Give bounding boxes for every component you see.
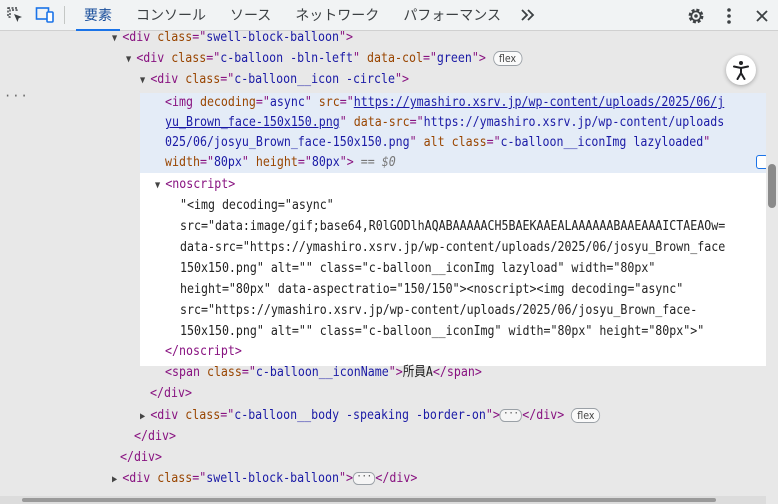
- expand-triangle-icon[interactable]: ▼: [126, 49, 136, 70]
- horizontal-scroll-thumb[interactable]: [22, 498, 716, 502]
- collapsed-triangle-icon[interactable]: ▶: [112, 469, 122, 490]
- noscript-text-line: 150x150.png" alt="" class="c-balloon__ic…: [180, 260, 656, 276]
- tree-node-img-line-2: yu_Brown_face-150x150.png" data-src="htt…: [165, 114, 725, 130]
- accessibility-icon[interactable]: [726, 55, 756, 85]
- more-vert-icon[interactable]: [712, 0, 745, 31]
- toolbar-divider: [64, 6, 65, 24]
- expand-triangle-icon[interactable]: ▼: [140, 70, 150, 91]
- collapsed-ellipsis-button[interactable]: ···: [353, 471, 376, 485]
- noscript-text-line: 150x150.png" alt="" class="c-balloon__ic…: [180, 323, 705, 339]
- tree-node-c-balloon[interactable]: ▼ <div class="c-balloon -bln-left" data-c…: [126, 48, 523, 70]
- tab-network[interactable]: ネットワーク: [283, 0, 391, 31]
- collapsed-triangle-icon[interactable]: ▶: [140, 406, 150, 427]
- tab-performance[interactable]: パフォーマンス: [391, 0, 513, 31]
- collapsed-ellipsis-button[interactable]: ···: [499, 408, 523, 422]
- horizontal-scrollbar[interactable]: [0, 496, 766, 504]
- noscript-text-line: data-src="https://ymashiro.xsrv.jp/wp-co…: [180, 239, 726, 255]
- tree-node-swell-block-balloon[interactable]: ▼ <div class="swell-block-balloon">: [112, 31, 353, 48]
- overflow-marker-icon: [756, 155, 766, 169]
- tree-node-swell-block-balloon-2[interactable]: ▶ <div class="swell-block-balloon"> ··· </d…: [112, 468, 417, 489]
- toolbar-right: [679, 0, 778, 31]
- tree-node-noscript-close[interactable]: </noscript>: [165, 341, 242, 362]
- double-chevron-right-icon[interactable]: [513, 0, 543, 31]
- tree-node-img-line-4: width="80px" height="80px"> == $0: [165, 154, 396, 170]
- noscript-text-line: "<img decoding="async": [180, 197, 334, 213]
- tree-node-noscript[interactable]: ▼ <noscript>: [155, 174, 235, 195]
- tree-node-img-line-3: 025/06/josyu_Brown_face-150x150.png" alt…: [165, 134, 711, 150]
- selected-marker: == $0: [353, 154, 396, 170]
- noscript-text-line: src="data:image/gif;base64,R0lGODlhAQABA…: [180, 218, 726, 234]
- flex-badge[interactable]: flex: [571, 407, 601, 423]
- flex-badge[interactable]: flex: [492, 50, 523, 66]
- tree-node-c-balloon-icon[interactable]: ▼ <div class="c-balloon__icon -circle">: [140, 69, 409, 90]
- vertical-scrollbar[interactable]: [766, 31, 778, 504]
- tree-node-div-close[interactable]: </div>: [120, 447, 162, 468]
- tree-node-div-close[interactable]: </div>: [150, 383, 192, 404]
- tab-sources[interactable]: ソース: [218, 0, 283, 31]
- vertical-scroll-thumb[interactable]: [768, 164, 776, 208]
- node-actions-dots[interactable]: ···: [4, 89, 29, 103]
- close-icon[interactable]: [745, 0, 778, 31]
- inspect-element-icon[interactable]: [0, 0, 30, 31]
- tab-console[interactable]: コンソール: [124, 0, 218, 31]
- settings-icon[interactable]: [679, 0, 712, 31]
- noscript-text-line: height="80px" data-aspectratio="150/150"…: [180, 281, 684, 297]
- elements-tree: ··· ▼ <div class="swell-block-balloon"> ▼…: [0, 31, 766, 499]
- img-src-link[interactable]: https://ymashiro.xsrv.jp/wp-content/uplo…: [354, 94, 724, 110]
- noscript-text-line: src="https://ymashiro.xsrv.jp/wp-content…: [180, 302, 698, 318]
- tree-node-c-balloon-body[interactable]: ▶ <div class="c-balloon__body -speaking -…: [140, 405, 601, 427]
- img-src-link-cont[interactable]: yu_Brown_face-150x150.png: [165, 114, 340, 130]
- tree-node-span-icon-name[interactable]: <span class="c-balloon__iconName">所員A</s…: [165, 362, 482, 383]
- devtools-toolbar: 要素 コンソール ソース ネットワーク パフォーマンス: [0, 0, 778, 31]
- tab-elements[interactable]: 要素: [72, 0, 124, 31]
- tree-node-img-selected[interactable]: <img decoding="async" src="https://ymash…: [165, 92, 724, 113]
- expand-triangle-icon[interactable]: ▼: [155, 175, 165, 196]
- device-toolbar-icon[interactable]: [30, 0, 60, 31]
- tree-node-div-close[interactable]: </div>: [134, 426, 176, 447]
- expand-triangle-icon[interactable]: ▼: [112, 31, 122, 49]
